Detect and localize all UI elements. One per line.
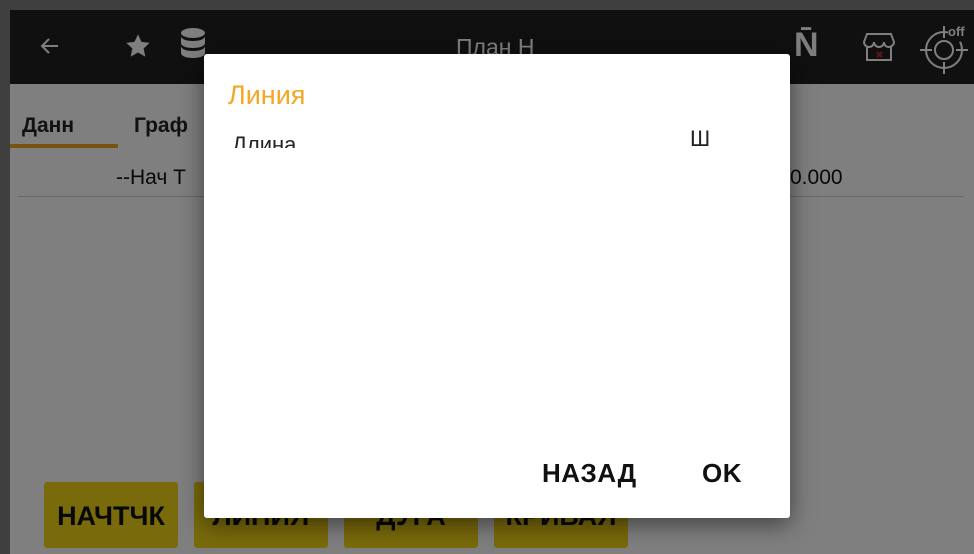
dialog-title: Линия [228, 80, 306, 110]
dialog-item-right[interactable]: Ш [690, 126, 710, 148]
line-dialog: Линия Длина Ш НАЗАД OK [204, 54, 790, 518]
ok-button[interactable]: OK [702, 458, 742, 489]
dialog-item-length[interactable]: Длина [232, 132, 296, 148]
dialog-list[interactable]: Длина Ш [204, 120, 790, 148]
back-button[interactable]: НАЗАД [542, 458, 637, 489]
